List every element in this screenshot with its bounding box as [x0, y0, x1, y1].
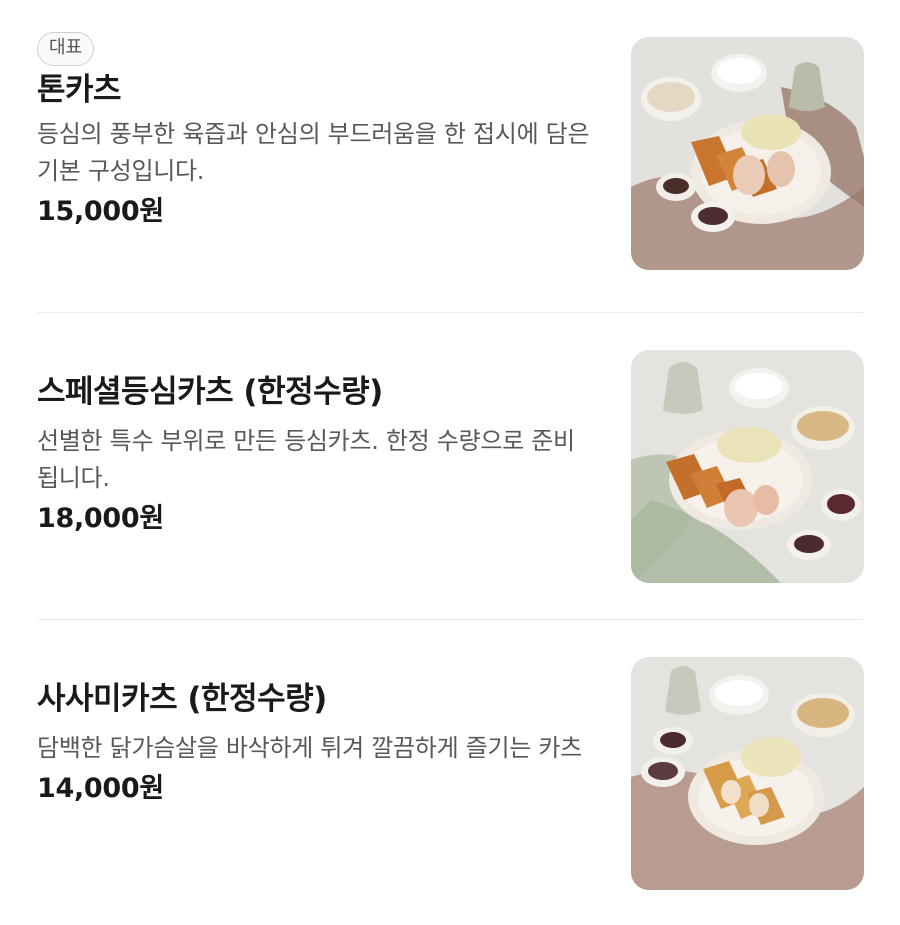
sasami-katsu-photo — [631, 657, 864, 890]
signature-badge: 대표 — [37, 32, 95, 66]
menu-item-description: 등심의 풍부한 육즙과 안심의 부드러움을 한 접시에 담은 기본 구성입니다. — [37, 120, 590, 185]
menu-item-name: 톤카츠 — [37, 72, 122, 108]
menu-item-text: 대표 톤카츠 등심의 풍부한 육즙과 안심의 부드러움을 한 접시에 담은 기본… — [37, 32, 597, 231]
menu-item-description: 선별한 특수 부위로 만든 등심카츠. 한정 수량으로 준비됩니다. — [37, 427, 575, 492]
menu-item-text: 스페셜등심카츠 (한정수량) 선별한 특수 부위로 만든 등심카츠. 한정 수량… — [37, 372, 597, 538]
menu-item-description: 담백한 닭가슴살을 바삭하게 튀겨 깔끔하게 즐기는 카츠 — [37, 734, 582, 762]
menu-item-text: 사사미카츠 (한정수량) 담백한 닭가슴살을 바삭하게 튀겨 깔끔하게 즐기는 … — [37, 679, 597, 808]
menu-item-price: 18,000원 — [37, 503, 164, 534]
menu-item-sasami-katsu[interactable]: 사사미카츠 (한정수량) 담백한 닭가슴살을 바삭하게 튀겨 깔끔하게 즐기는 … — [0, 620, 900, 925]
menu-item-name: 사사미카츠 (한정수량) — [37, 681, 327, 717]
menu-item-tonkatsu[interactable]: 대표 톤카츠 등심의 풍부한 육즙과 안심의 부드러움을 한 접시에 담은 기본… — [0, 0, 900, 312]
menu-item-name: 스페셜등심카츠 (한정수량) — [37, 374, 383, 410]
menu-item-special-loin-katsu[interactable]: 스페셜등심카츠 (한정수량) 선별한 특수 부위로 만든 등심카츠. 한정 수량… — [0, 313, 900, 619]
menu-item-price: 15,000원 — [37, 196, 164, 227]
tonkatsu-photo — [631, 37, 864, 270]
special-loin-katsu-photo — [631, 350, 864, 583]
menu-item-price: 14,000원 — [37, 773, 164, 804]
